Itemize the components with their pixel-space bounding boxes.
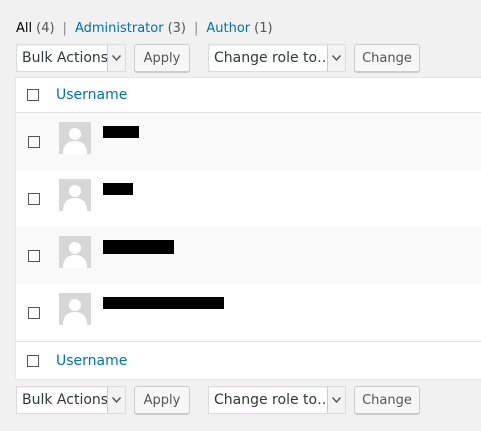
- filter-separator: |: [193, 20, 199, 36]
- avatar-icon: [59, 122, 91, 154]
- bulk-actions-select[interactable]: Bulk Actions: [16, 44, 126, 72]
- bulk-actions-select[interactable]: Bulk Actions: [16, 386, 126, 414]
- filter-all-label: All: [16, 20, 33, 36]
- tablenav-top: Bulk Actions Apply Change role to… Chang…: [16, 43, 420, 73]
- filter-author-count: (1): [254, 20, 273, 36]
- avatar-icon: [59, 293, 91, 325]
- redaction-bar: [103, 297, 224, 309]
- avatar-icon: [59, 179, 91, 211]
- change-role-value: Change role to…: [214, 50, 332, 66]
- select-all-checkbox[interactable]: [27, 354, 39, 367]
- row-checkbox[interactable]: [28, 192, 40, 205]
- filter-separator: |: [62, 20, 67, 36]
- filter-author-label: Author: [206, 20, 251, 36]
- chevron-down-icon[interactable]: [327, 387, 345, 413]
- table-row: [16, 227, 481, 284]
- chevron-down-icon[interactable]: [327, 45, 345, 71]
- filter-administrator-count: (3): [167, 20, 186, 36]
- username-column-header[interactable]: Username: [56, 87, 127, 103]
- bulk-actions-value: Bulk Actions: [22, 392, 109, 408]
- table-footer: Username: [16, 341, 481, 379]
- select-all-checkbox[interactable]: [27, 89, 39, 101]
- filter-administrator-label: Administrator: [74, 20, 164, 36]
- apply-button[interactable]: Apply: [134, 44, 190, 72]
- redaction-bar: [103, 126, 139, 138]
- change-role-value: Change role to…: [214, 392, 332, 408]
- table-header: Username: [16, 78, 481, 113]
- filter-all-count: (4): [36, 20, 55, 36]
- user-role-filters: All (4) | Administrator (3) | Author (1): [16, 19, 273, 37]
- table-row: [16, 113, 481, 170]
- bulk-actions-value: Bulk Actions: [22, 50, 109, 66]
- filter-administrator[interactable]: Administrator (3): [75, 21, 186, 36]
- chevron-down-icon[interactable]: [107, 387, 125, 413]
- redaction-bar: [103, 183, 133, 195]
- redaction-bar: [103, 240, 174, 254]
- chevron-down-icon[interactable]: [107, 45, 125, 71]
- table-row: [16, 284, 481, 341]
- row-checkbox[interactable]: [28, 249, 40, 262]
- users-table: Username Username: [15, 77, 481, 380]
- tablenav-bottom: Bulk Actions Apply Change role to… Chang…: [16, 385, 420, 415]
- change-role-select[interactable]: Change role to…: [208, 386, 346, 414]
- change-role-select[interactable]: Change role to…: [208, 44, 346, 72]
- table-row: [16, 170, 481, 227]
- avatar-icon: [59, 236, 91, 268]
- row-checkbox[interactable]: [28, 135, 40, 148]
- change-role-button[interactable]: Change: [354, 386, 420, 414]
- change-role-button[interactable]: Change: [354, 44, 420, 72]
- apply-button[interactable]: Apply: [134, 386, 190, 414]
- row-checkbox[interactable]: [28, 306, 40, 319]
- filter-author[interactable]: Author (1): [206, 21, 272, 36]
- username-column-footer[interactable]: Username: [56, 353, 127, 369]
- filter-all[interactable]: All (4): [16, 21, 55, 36]
